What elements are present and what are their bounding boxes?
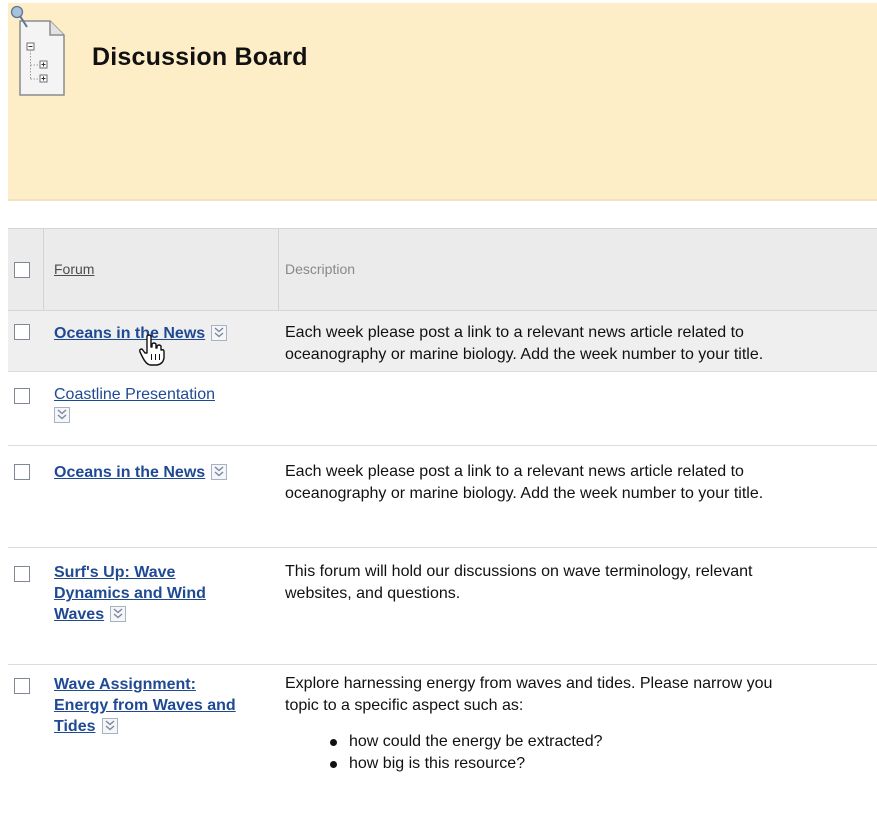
- chevron-down-icon[interactable]: [211, 464, 228, 480]
- bullet-item: how could the energy be extracted?: [285, 731, 877, 753]
- description-line: Each week please post a link to a releva…: [285, 324, 744, 341]
- table-header: Forum Description: [8, 228, 877, 311]
- forum-link-text[interactable]: Waves: [54, 606, 104, 623]
- description-column-header: Description: [285, 261, 356, 277]
- chevron-down-icon[interactable]: [101, 718, 118, 734]
- bullet-item: how big is this resource?: [285, 753, 877, 775]
- forum-link-text[interactable]: Coastline Presentation: [54, 384, 215, 405]
- document-tree-icon: [10, 5, 65, 96]
- row-checkbox[interactable]: [14, 678, 30, 694]
- forum-link[interactable]: Oceans in the News: [54, 462, 228, 483]
- forum-link-text[interactable]: Dynamics and Wind: [54, 583, 206, 604]
- column-divider: [278, 229, 279, 310]
- chevron-down-icon[interactable]: [110, 606, 127, 622]
- description-bullets: how could the energy be extracted? how b…: [285, 731, 877, 775]
- forum-description: Each week please post a link to a releva…: [285, 322, 877, 366]
- forum-link-text[interactable]: Oceans in the News: [54, 325, 205, 342]
- row-checkbox[interactable]: [14, 464, 30, 480]
- description-line: Explore harnessing energy from waves and…: [285, 675, 773, 692]
- description-line: topic to a specific aspect such as:: [285, 697, 524, 714]
- select-all-checkbox[interactable]: [14, 262, 30, 278]
- forum-column-header[interactable]: Forum: [54, 261, 94, 277]
- forum-link[interactable]: Wave Assignment: Energy from Waves and T…: [54, 674, 236, 737]
- description-line: Each week please post a link to a releva…: [285, 463, 744, 480]
- description-line: websites, and questions.: [285, 585, 461, 602]
- row-checkbox[interactable]: [14, 324, 30, 340]
- column-divider: [43, 229, 44, 310]
- forum-description: This forum will hold our discussions on …: [285, 561, 877, 605]
- description-line: oceanography or marine biology. Add the …: [285, 485, 764, 502]
- description-line: This forum will hold our discussions on …: [285, 563, 753, 580]
- forum-table: Forum Description Oceans in the News Eac…: [8, 228, 877, 825]
- forum-link-text[interactable]: Energy from Waves and: [54, 695, 236, 716]
- page-header: Discussion Board: [8, 3, 877, 201]
- forum-link[interactable]: Coastline Presentation: [54, 384, 215, 426]
- table-row: Oceans in the News Each week please post…: [8, 446, 877, 548]
- forum-link[interactable]: Surf's Up: Wave Dynamics and Wind Waves: [54, 562, 206, 625]
- table-row: Surf's Up: Wave Dynamics and Wind Waves …: [8, 548, 877, 665]
- forum-description: Each week please post a link to a releva…: [285, 461, 877, 505]
- description-line: oceanography or marine biology. Add the …: [285, 346, 764, 363]
- row-checkbox[interactable]: [14, 388, 30, 404]
- forum-link-text[interactable]: Surf's Up: Wave: [54, 562, 206, 583]
- table-row: Coastline Presentation: [8, 372, 877, 446]
- forum-link-text[interactable]: Tides: [54, 718, 96, 735]
- chevron-down-icon[interactable]: [54, 407, 70, 423]
- page-title: Discussion Board: [92, 43, 308, 71]
- table-row: Wave Assignment: Energy from Waves and T…: [8, 665, 877, 825]
- forum-description: Explore harnessing energy from waves and…: [285, 673, 877, 775]
- chevron-down-icon[interactable]: [211, 325, 228, 341]
- forum-link-text[interactable]: Wave Assignment:: [54, 674, 236, 695]
- row-checkbox[interactable]: [14, 566, 30, 582]
- forum-link-text[interactable]: Oceans in the News: [54, 464, 205, 481]
- hand-pointer-icon: [139, 334, 165, 366]
